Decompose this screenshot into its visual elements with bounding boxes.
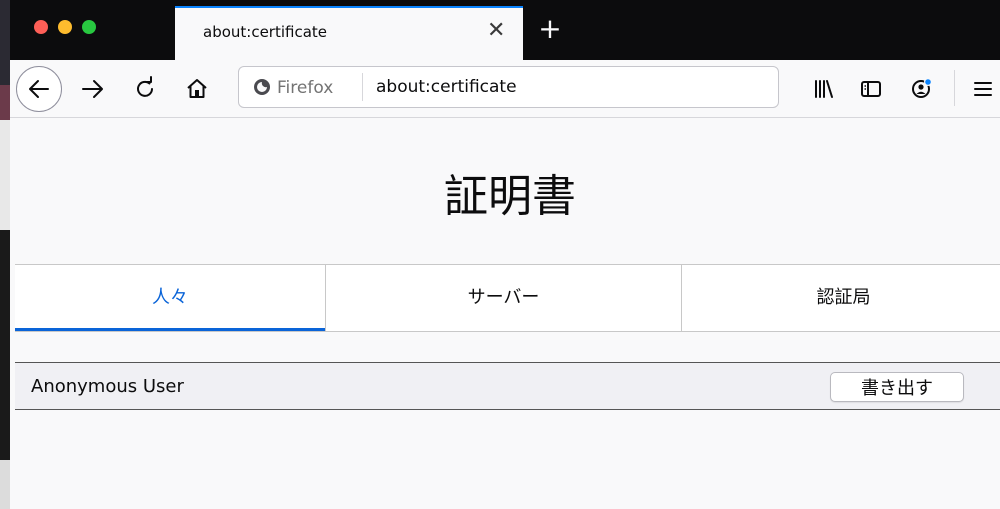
urlbar-divider [362,73,363,101]
tab-strip: about:certificate ✕ + [10,0,1000,60]
address-bar[interactable]: Firefox [238,66,779,108]
identity-label[interactable]: Firefox [277,78,333,98]
page-title: 証明書 [444,171,576,222]
certificate-row[interactable]: Anonymous User 書き出す [15,362,1000,410]
home-icon [187,79,207,98]
home-button[interactable] [182,74,212,104]
background-window-strip [0,0,10,509]
account-button[interactable] [906,74,936,104]
reload-button[interactable] [130,74,160,104]
page-content: 証明書 人々 サーバー 認証局 Anonymous User 書き出す [10,118,1000,509]
library-icon [815,80,833,98]
sidebar-button[interactable] [856,74,886,104]
tab-title: about:certificate [203,23,328,41]
window-close-button[interactable] [34,20,48,34]
window-minimize-button[interactable] [58,20,72,34]
browser-tab-active[interactable]: about:certificate ✕ [175,6,523,60]
forward-arrow-icon [82,80,103,98]
url-input[interactable] [376,75,766,99]
back-button[interactable] [16,66,62,112]
navigation-toolbar: Firefox [10,60,1000,118]
tab-authorities[interactable]: 認証局 [681,265,1000,331]
window-zoom-button[interactable] [82,20,96,34]
tab-close-icon[interactable]: ✕ [487,18,505,43]
back-arrow-icon [29,80,49,98]
hamburger-menu-icon [974,82,992,96]
certificate-name: Anonymous User [31,376,184,397]
tab-servers[interactable]: サーバー [325,265,681,331]
browser-window: about:certificate ✕ + Firefox about:cert… [10,0,1000,509]
menu-button[interactable] [968,74,998,104]
account-icon [912,77,933,98]
new-tab-button[interactable]: + [530,10,570,50]
firefox-logo-icon [254,79,270,95]
forward-button[interactable] [78,74,108,104]
reload-icon [137,76,153,97]
sidebar-icon [861,81,881,97]
toolbar-divider [954,70,955,106]
tab-people[interactable]: 人々 [15,265,325,331]
export-button[interactable]: 書き出す [830,372,964,402]
certificate-tabs: 人々 サーバー 認証局 [15,264,1000,332]
library-button[interactable] [808,74,838,104]
